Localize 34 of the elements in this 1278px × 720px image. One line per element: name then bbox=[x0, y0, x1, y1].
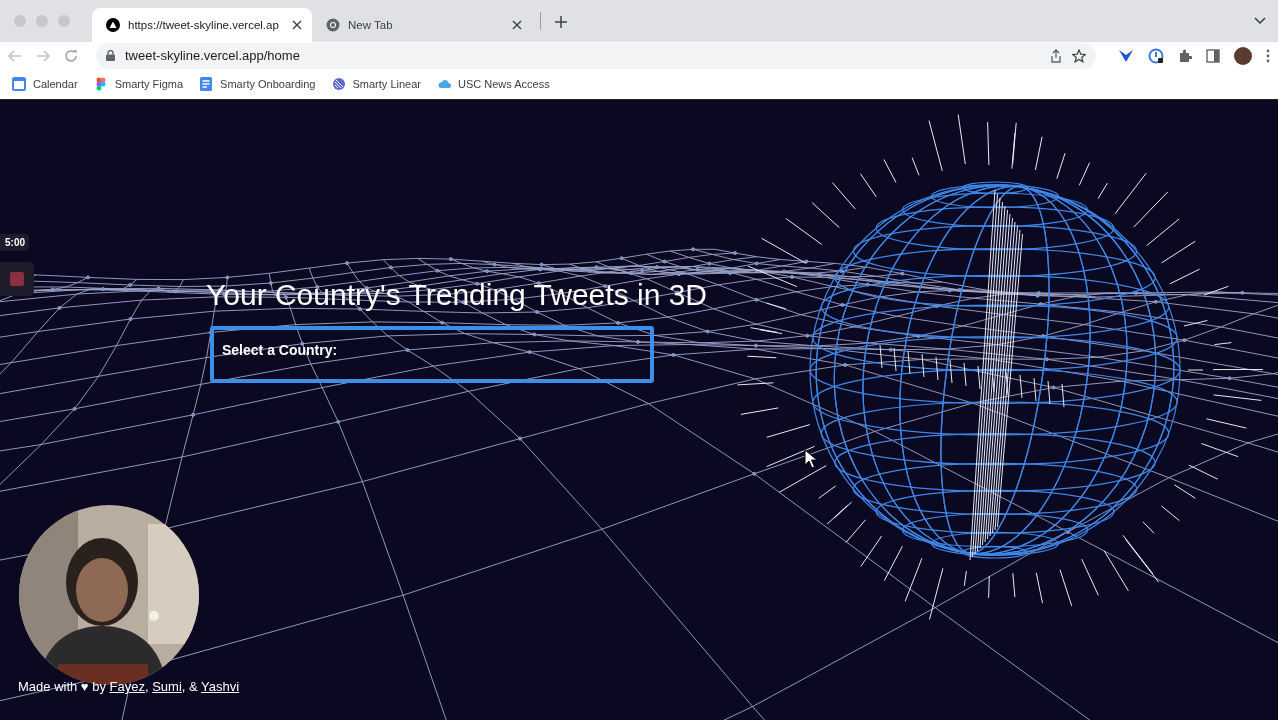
bookmark[interactable]: Calendar bbox=[12, 77, 78, 91]
bookmark[interactable]: USC News Access bbox=[437, 77, 550, 91]
reload-icon[interactable] bbox=[64, 48, 78, 63]
browser-icon bbox=[326, 18, 340, 32]
cursor-icon bbox=[804, 449, 818, 469]
browser-tab[interactable]: https://tweet-skyline.vercel.ap bbox=[92, 8, 312, 42]
browser-tab[interactable]: New Tab bbox=[312, 8, 532, 42]
lock-icon bbox=[106, 50, 115, 61]
password-icon[interactable] bbox=[1148, 47, 1164, 64]
country-select[interactable]: Select a Country: bbox=[210, 326, 654, 383]
funnel-icon[interactable] bbox=[1118, 48, 1134, 63]
bookmark[interactable]: Smarty Onboarding bbox=[199, 77, 316, 91]
author-link[interactable]: Sumi bbox=[152, 679, 182, 694]
plus-icon bbox=[555, 15, 567, 28]
share-icon[interactable] bbox=[1050, 48, 1062, 63]
address-bar[interactable]: tweet-skyline.vercel.app/home bbox=[96, 42, 1096, 69]
bookmark[interactable]: Smarty Figma bbox=[93, 77, 184, 91]
author-link[interactable]: Yashvi bbox=[201, 679, 240, 694]
author-link[interactable]: Fayez bbox=[109, 679, 145, 694]
recording-timer: 5:00 bbox=[0, 234, 29, 251]
credits-text: Made with ♥ by Fayez, Sumi, & Yashvi bbox=[18, 679, 240, 694]
star-icon[interactable] bbox=[1072, 48, 1086, 63]
calendar-icon bbox=[12, 77, 26, 91]
cloud-icon bbox=[437, 77, 451, 91]
sidebar-icon[interactable] bbox=[1206, 48, 1220, 63]
document-icon bbox=[199, 77, 214, 91]
close-icon[interactable] bbox=[512, 20, 522, 30]
close-icon[interactable] bbox=[292, 20, 302, 30]
chevron-down-icon[interactable] bbox=[1254, 17, 1266, 25]
puzzle-icon[interactable] bbox=[1178, 48, 1192, 63]
bookmark[interactable]: Smarty Linear bbox=[331, 77, 421, 91]
striped-circle-icon bbox=[331, 77, 346, 91]
profile-avatar[interactable] bbox=[1234, 46, 1252, 65]
menu-icon[interactable] bbox=[1266, 48, 1270, 63]
